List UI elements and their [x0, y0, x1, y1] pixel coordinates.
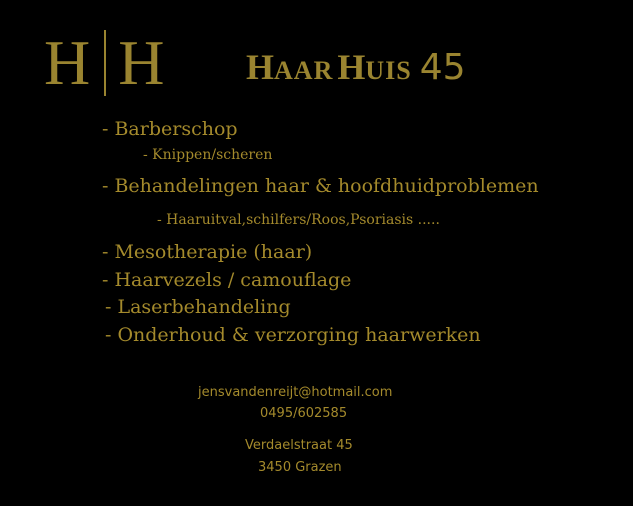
brand-h1: H	[246, 47, 275, 87]
flyer: H H HAAR HUIS 45 - Barberschop - Knippen/…	[0, 0, 633, 506]
contact-phone[interactable]: 0495/602585	[260, 406, 347, 421]
contact-email[interactable]: jensvandenreijt@hotmail.com	[198, 385, 392, 400]
service-onderhoud: - Onderhoud & verzorging haarwerken	[105, 324, 481, 346]
hh-logo: H H	[44, 28, 164, 98]
brand-number: 45	[419, 47, 466, 88]
contact-city: 3450 Grazen	[258, 460, 342, 475]
service-behandelingen: - Behandelingen haar & hoofdhuidprobleme…	[102, 175, 539, 197]
service-laser: - Laserbehandeling	[105, 296, 291, 318]
service-haarvezels: - Haarvezels / camouflage	[102, 269, 352, 291]
brand-uis: UIS	[365, 56, 412, 85]
service-barberschop: - Barberschop	[102, 118, 238, 140]
logo-right-letter: H	[118, 27, 165, 98]
service-knippen: - Knippen/scheren	[143, 147, 273, 163]
brand-aar: AAR	[274, 56, 334, 85]
brand-name: HAAR HUIS 45	[246, 46, 466, 88]
contact-street: Verdaelstraat 45	[245, 438, 353, 453]
brand-h2: H	[337, 47, 366, 87]
service-haaruitval: - Haaruitval,schilfers/Roos,Psoriasis ..…	[157, 212, 440, 228]
logo-left-letter: H	[44, 27, 91, 98]
service-mesotherapie: - Mesotherapie (haar)	[102, 241, 313, 263]
logo-divider	[104, 30, 107, 96]
